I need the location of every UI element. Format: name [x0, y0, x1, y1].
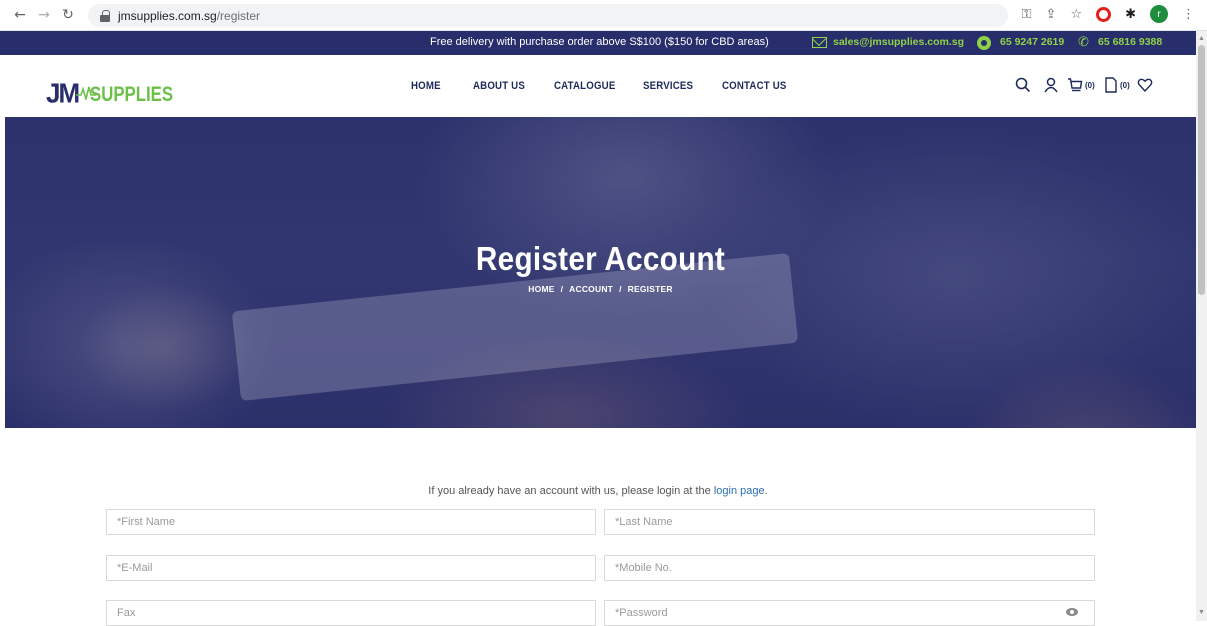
nav-contact-us[interactable]: CONTACT US — [722, 80, 787, 92]
page-scrollbar[interactable]: ▲ ▼ — [1196, 31, 1207, 621]
login-notice: If you already have an account with us, … — [428, 485, 768, 497]
first-name-field[interactable]: *First Name — [106, 509, 596, 535]
page-title: Register Account — [475, 240, 726, 277]
scroll-down-icon[interactable]: ▼ — [1198, 609, 1205, 616]
breadcrumb-separator: / — [560, 284, 564, 294]
login-page-link[interactable]: login page — [714, 485, 765, 497]
nav-catalogue[interactable]: CATALOGUE — [554, 80, 615, 92]
mobile-field[interactable]: *Mobile No. — [604, 555, 1095, 581]
last-name-field[interactable]: *Last Name — [604, 509, 1095, 535]
key-icon[interactable]: ⚿ — [1022, 7, 1032, 22]
breadcrumb-account[interactable]: ACCOUNT — [569, 284, 613, 294]
quote-count: (0) — [1120, 81, 1130, 90]
hero-banner: Register Account HOME / ACCOUNT / REGISTER — [5, 117, 1196, 428]
nav-home[interactable]: HOME — [411, 80, 441, 92]
breadcrumb-register: REGISTER — [627, 284, 673, 294]
browser-toolbar: ← → ↻ jmsupplies.com.sg/register ⚿ ⇪ ☆ ✱… — [0, 0, 1207, 31]
promo-text: Free delivery with purchase order above … — [430, 36, 769, 48]
heart-icon[interactable] — [1137, 77, 1153, 93]
scrollbar-thumb[interactable] — [1198, 45, 1205, 295]
back-icon[interactable]: ← — [9, 4, 31, 26]
cart-icon[interactable] — [1067, 77, 1083, 93]
document-icon[interactable] — [1104, 77, 1118, 93]
scroll-up-icon[interactable]: ▲ — [1198, 35, 1205, 42]
puzzle-icon[interactable]: ✱ — [1125, 7, 1136, 22]
share-icon[interactable]: ⇪ — [1046, 7, 1057, 22]
opera-extension-icon[interactable] — [1096, 6, 1112, 22]
address-bar[interactable]: jmsupplies.com.sg/register — [88, 4, 1008, 27]
address-url: jmsupplies.com.sg/register — [118, 8, 261, 23]
browser-actions: ⚿ ⇪ ☆ ✱ r ⋮ — [1022, 5, 1195, 23]
reload-icon[interactable]: ↻ — [57, 4, 79, 26]
whatsapp-icon — [977, 36, 991, 50]
password-field[interactable]: *Password — [604, 600, 1095, 626]
email-link[interactable]: sales@jmsupplies.com.sg — [833, 36, 964, 48]
cart-count: (0) — [1085, 81, 1095, 90]
fax-field[interactable]: Fax — [106, 600, 596, 626]
email-field[interactable]: *E-Mail — [106, 555, 596, 581]
phone-icon: ✆ — [1078, 35, 1089, 50]
user-icon[interactable] — [1043, 77, 1059, 93]
nav-about-us[interactable]: ABOUT US — [473, 80, 525, 92]
search-icon[interactable] — [1015, 77, 1031, 93]
star-icon[interactable]: ☆ — [1070, 7, 1082, 22]
breadcrumb-separator: / — [619, 284, 622, 294]
nav-services[interactable]: SERVICES — [643, 80, 693, 92]
breadcrumb-home[interactable]: HOME — [528, 284, 554, 294]
lock-icon — [100, 9, 110, 22]
phone-number[interactable]: 65 6816 9388 — [1098, 36, 1162, 48]
whatsapp-number[interactable]: 65 9247 2619 — [1000, 36, 1064, 48]
forward-icon[interactable]: → — [33, 4, 55, 26]
eye-icon[interactable] — [1066, 608, 1078, 616]
password-placeholder: *Password — [615, 607, 668, 619]
mail-icon — [812, 37, 827, 48]
top-announcement-bar: Free delivery with purchase order above … — [0, 31, 1196, 55]
kebab-menu-icon[interactable]: ⋮ — [1182, 7, 1195, 22]
breadcrumb: HOME / ACCOUNT / REGISTER — [5, 284, 1196, 294]
profile-avatar[interactable]: r — [1150, 5, 1168, 23]
